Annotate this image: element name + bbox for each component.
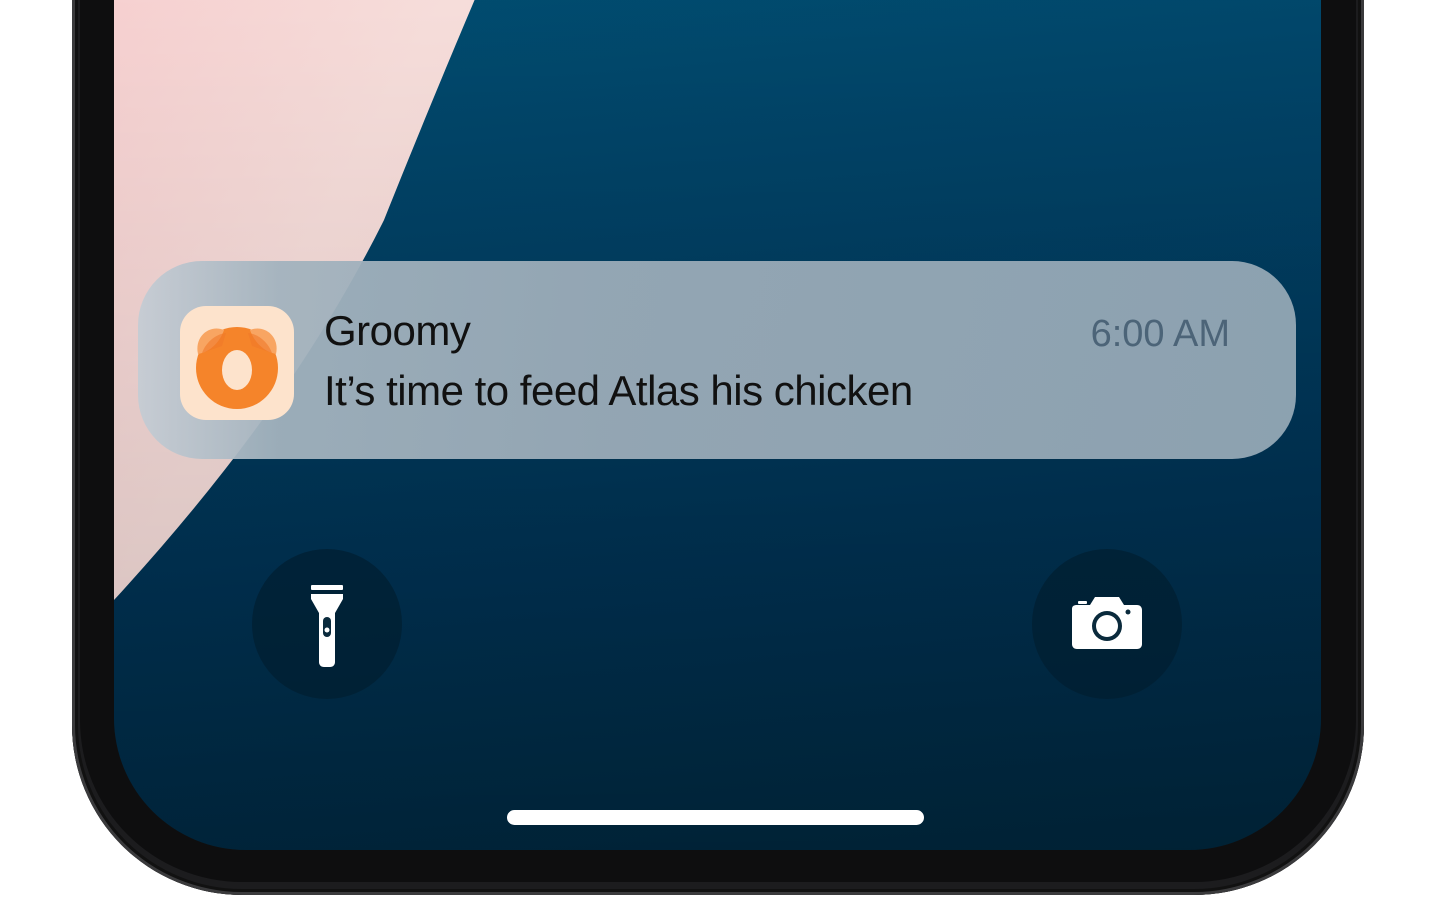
flashlight-icon bbox=[311, 585, 343, 667]
camera-icon bbox=[1072, 597, 1142, 649]
notification-message: It’s time to feed Atlas his chicken bbox=[324, 367, 913, 414]
notification-app-name: Groomy bbox=[324, 307, 471, 354]
notification-time: 6:00 AM bbox=[1090, 313, 1230, 355]
camera-button[interactable] bbox=[1032, 549, 1182, 699]
groomy-dog-icon bbox=[180, 306, 294, 420]
lock-screen: Groomy 6:00 AM It’s time to feed Atlas h… bbox=[0, 0, 1443, 900]
flashlight-button[interactable] bbox=[252, 549, 402, 699]
home-indicator[interactable] bbox=[507, 810, 924, 825]
notification-banner[interactable]: Groomy 6:00 AM It’s time to feed Atlas h… bbox=[138, 261, 1296, 459]
